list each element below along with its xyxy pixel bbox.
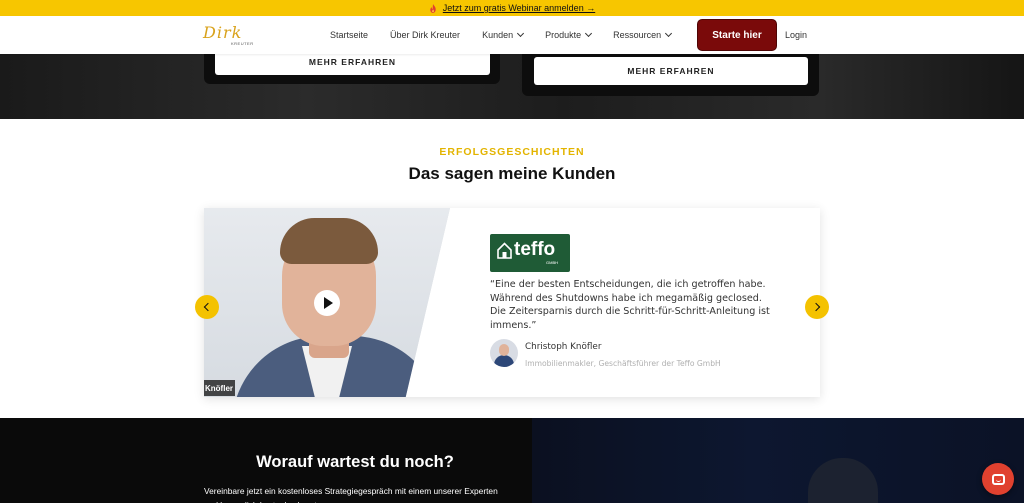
- avatar-head: [499, 344, 509, 356]
- section-eyebrow: ERFOLGSGESCHICHTEN: [439, 146, 585, 158]
- brand-suffix: GMBH: [546, 260, 558, 265]
- teffo-logo: teffo GMBH: [490, 234, 570, 272]
- nav-item-startseite[interactable]: Startseite: [330, 30, 368, 40]
- author-role: Immobilienmakler, Geschäftsführer der Te…: [525, 359, 721, 368]
- logo-subtitle: KREUTER: [231, 41, 254, 46]
- mehr-erfahren-button[interactable]: MEHR ERFAHREN: [534, 57, 808, 85]
- chat-button[interactable]: [982, 463, 1014, 495]
- avatar-body: [494, 355, 514, 367]
- chevron-down-icon: [585, 29, 593, 38]
- testimonial-video[interactable]: Knöfler: [204, 208, 450, 397]
- video-person-hair: [280, 218, 378, 264]
- nav-label: Kunden: [482, 30, 514, 40]
- nav-label: Produkte: [545, 30, 582, 40]
- fire-icon: [430, 3, 436, 13]
- cta-title: Worauf wartest du noch?: [256, 453, 454, 471]
- webinar-link[interactable]: Jetzt zum gratis Webinar anmelden →: [443, 3, 595, 13]
- nav-item-produkte[interactable]: Produkte: [545, 29, 593, 40]
- starte-hier-button[interactable]: Starte hier: [698, 20, 776, 50]
- hero-section: MEHR ERFAHREN MEHR ERFAHREN: [0, 54, 1024, 119]
- nav-label: Startseite: [330, 30, 369, 40]
- nav-label: Ressourcen: [613, 30, 662, 40]
- nav-item-kunden[interactable]: Kunden: [482, 29, 525, 40]
- logo[interactable]: Dirk KREUTER: [203, 23, 257, 48]
- avatar: [490, 339, 518, 367]
- chevron-left-icon: [203, 302, 213, 312]
- nav-item-ressourcen[interactable]: Ressourcen: [613, 29, 673, 40]
- chat-icon: [991, 473, 1005, 485]
- logo-signature: Dirk: [203, 23, 243, 42]
- nav-item-ueber[interactable]: Über Dirk Kreuter: [390, 30, 460, 40]
- cta-text: Vereinbare jetzt ein kostenloses Strateg…: [204, 486, 498, 503]
- bottom-cta-section: Worauf wartest du noch? Vereinbare jetzt…: [0, 418, 1024, 503]
- chevron-right-icon: [811, 302, 821, 312]
- play-icon[interactable]: [314, 290, 340, 316]
- site-header: Dirk KREUTER Startseite Über Dirk Kreute…: [0, 16, 1024, 54]
- house-icon: [497, 242, 512, 259]
- chevron-down-icon: [665, 29, 673, 38]
- login-link[interactable]: Login: [785, 16, 807, 54]
- testimonial-slide: Knöfler teffo GMBH “Eine der besten Ents…: [204, 208, 820, 397]
- main-nav: Startseite Über Dirk Kreuter Kunden Prod…: [330, 16, 693, 54]
- announcement-bar: Jetzt zum gratis Webinar anmelden →: [0, 0, 1024, 16]
- nav-label: Über Dirk Kreuter: [390, 30, 461, 40]
- slider-next-button[interactable]: [805, 295, 829, 319]
- brand-name: teffo: [514, 239, 556, 260]
- section-heading: Das sagen meine Kunden: [408, 164, 616, 183]
- author-name: Christoph Knöfler: [525, 342, 602, 352]
- chevron-down-icon: [517, 29, 525, 38]
- slider-prev-button[interactable]: [195, 295, 219, 319]
- mehr-erfahren-button[interactable]: MEHR ERFAHREN: [215, 54, 490, 75]
- testimonial-quote: “Eine der besten Entscheidungen, die ich…: [490, 279, 770, 332]
- video-nametag: Knöfler: [204, 380, 235, 396]
